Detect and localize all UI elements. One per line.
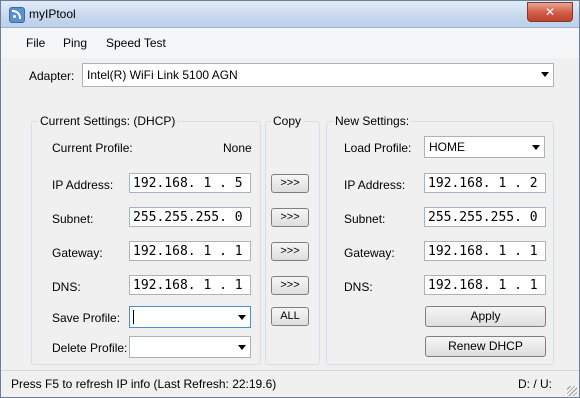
save-profile-label: Save Profile: [52, 311, 121, 325]
delete-profile-select[interactable] [129, 336, 251, 358]
current-ip-label: IP Address: [52, 178, 114, 192]
copy-gateway-button[interactable]: >>> [271, 242, 309, 261]
traffic-readout: D: / U: [518, 377, 553, 391]
new-settings-title: New Settings: [333, 114, 412, 128]
close-button[interactable]: ✕ [527, 2, 573, 22]
menu-file[interactable]: File [26, 36, 45, 50]
copy-all-button[interactable]: ALL [271, 307, 309, 326]
copy-ip-button[interactable]: >>> [271, 174, 309, 193]
current-gateway-field[interactable]: 192.168. 1 . 1 [129, 241, 251, 261]
menu-bar: File Ping Speed Test [1, 28, 579, 58]
text-caret [133, 310, 134, 324]
menu-ping[interactable]: Ping [63, 36, 87, 50]
current-profile-label: Current Profile: [52, 141, 133, 155]
new-subnet-label: Subnet: [344, 212, 386, 226]
chevron-down-icon [238, 315, 246, 320]
load-profile-select[interactable]: HOME [424, 136, 545, 158]
copy-subnet-button[interactable]: >>> [271, 208, 309, 227]
current-subnet-field[interactable]: 255.255.255. 0 [129, 207, 251, 227]
adapter-label: Adapter: [29, 69, 75, 83]
load-profile-label: Load Profile: [344, 141, 412, 155]
resize-grip-icon[interactable] [567, 386, 577, 396]
new-dns-label: DNS: [344, 280, 373, 294]
adapter-value: Intel(R) WiFi Link 5100 AGN [87, 68, 238, 82]
new-ip-label: IP Address: [344, 178, 406, 192]
new-ip-field[interactable]: 192.168. 1 . 2 [424, 173, 546, 193]
new-dns-field[interactable]: 192.168. 1 . 1 [424, 275, 546, 295]
copy-dns-button[interactable]: >>> [271, 276, 309, 295]
current-subnet-label: Subnet: [52, 212, 94, 226]
current-profile-value: None [223, 141, 252, 155]
chevron-down-icon [541, 72, 549, 77]
current-dns-label: DNS: [52, 280, 81, 294]
status-text: Press F5 to refresh IP info (Last Refres… [11, 377, 277, 391]
renew-dhcp-button[interactable]: Renew DHCP [425, 336, 546, 357]
new-subnet-field[interactable]: 255.255.255. 0 [424, 207, 546, 227]
status-bar: Press F5 to refresh IP info (Last Refres… [1, 370, 579, 397]
new-gateway-label: Gateway: [344, 246, 395, 260]
current-gateway-label: Gateway: [52, 246, 103, 260]
current-settings-title: Current Settings: (DHCP) [38, 114, 178, 128]
adapter-select[interactable]: Intel(R) WiFi Link 5100 AGN [82, 63, 554, 87]
menu-speed-test[interactable]: Speed Test [106, 36, 166, 50]
main-window: myIPtool ✕ File Ping Speed Test Adapter:… [0, 0, 580, 398]
wifi-app-icon [9, 7, 25, 23]
chevron-down-icon [238, 345, 246, 350]
copy-title: Copy [271, 114, 304, 128]
current-ip-field[interactable]: 192.168. 1 . 5 [129, 173, 251, 193]
chevron-down-icon [532, 145, 540, 150]
title-bar[interactable]: myIPtool ✕ [1, 1, 579, 28]
save-profile-select[interactable] [129, 306, 251, 328]
delete-profile-label: Delete Profile: [52, 341, 128, 355]
load-profile-value: HOME [429, 140, 465, 154]
window-title: myIPtool [29, 7, 76, 21]
current-dns-field[interactable]: 192.168. 1 . 1 [129, 275, 251, 295]
apply-button[interactable]: Apply [425, 306, 546, 327]
new-gateway-field[interactable]: 192.168. 1 . 1 [424, 241, 546, 261]
